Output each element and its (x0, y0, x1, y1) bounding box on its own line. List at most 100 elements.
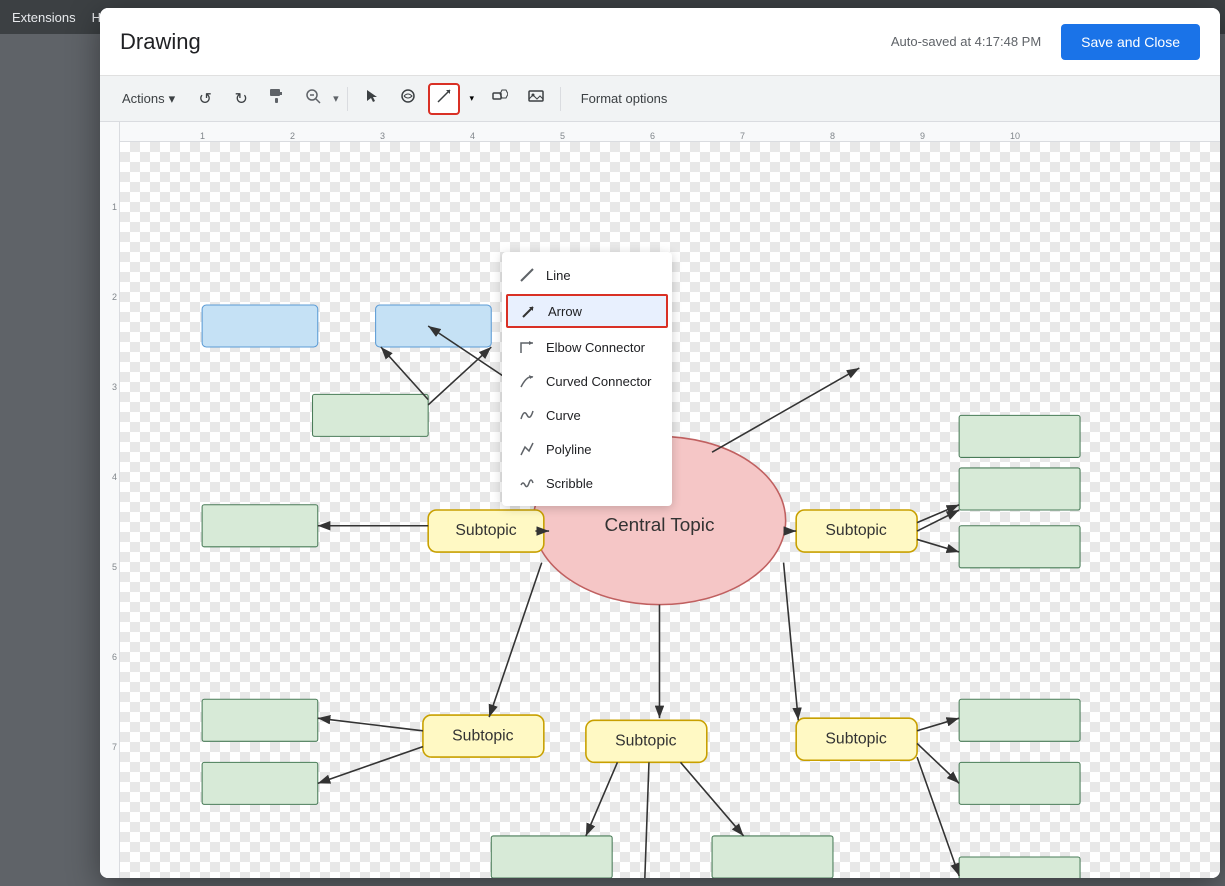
elbow-icon (518, 338, 536, 356)
undo-button[interactable]: ↺ (189, 83, 221, 115)
redo-button[interactable]: ↻ (225, 83, 257, 115)
green-right-top-3[interactable] (959, 526, 1080, 568)
curved-label: Curved Connector (546, 374, 652, 389)
curve-icon (518, 406, 536, 424)
green-right-bottom-1[interactable] (959, 699, 1080, 741)
arrow-to-green-right-bottom-1 (917, 718, 959, 731)
ruler-mark-2: 2 (290, 131, 295, 141)
dropdown-item-line[interactable]: Line (502, 258, 672, 292)
shapes-button[interactable] (484, 83, 516, 115)
arrow-label: Arrow (548, 304, 582, 319)
dropdown-item-elbow[interactable]: Elbow Connector (502, 330, 672, 364)
modal-header: Drawing Auto-saved at 4:17:48 PM Save an… (100, 8, 1220, 76)
subtopic-bottom-left-label: Subtopic (452, 727, 513, 744)
arrow-to-bottom-green-1 (586, 762, 618, 836)
green-left-bottom-2[interactable] (202, 762, 318, 804)
polyline-icon (518, 440, 536, 458)
arrow-green-to-blue-2 (428, 347, 491, 405)
ruler-mark-10: 10 (1010, 131, 1020, 141)
arrow-top-right (712, 368, 859, 452)
paint-format-button[interactable] (261, 83, 293, 115)
extensions-menu[interactable]: Extensions (12, 10, 76, 25)
green-right-top-1[interactable] (959, 415, 1080, 457)
arrow-to-green-right-bottom-3 (917, 757, 959, 876)
arrow-to-green-right-3 (917, 539, 959, 552)
ruler-mark-3: 3 (380, 131, 385, 141)
ruler-vmark-5: 5 (112, 562, 117, 572)
format-options-button[interactable]: Format options (569, 83, 680, 115)
arrow-to-green-bottom-left-2 (318, 747, 423, 784)
toolbar: Actions ▾ ↺ ↻ (100, 76, 1220, 122)
green-bottom-2[interactable] (712, 836, 833, 878)
line-tool-button[interactable] (428, 83, 460, 115)
ruler-mark-1: 1 (200, 131, 205, 141)
arrow-right-bottom (784, 563, 799, 721)
arrow-to-bottom-green-2 (681, 762, 744, 836)
ruler-mark-7: 7 (740, 131, 745, 141)
select-icon (364, 88, 380, 109)
green-right-bottom-3[interactable] (959, 857, 1080, 878)
scribble-label: Scribble (546, 476, 593, 491)
wordart-icon (400, 88, 416, 109)
image-button[interactable] (520, 83, 552, 115)
scribble-icon (518, 474, 536, 492)
image-icon (528, 88, 544, 109)
blue-rect-2[interactable] (376, 305, 492, 347)
green-left-1[interactable] (202, 505, 318, 547)
wordart-button[interactable] (392, 83, 424, 115)
actions-chevron-icon: ▾ (169, 91, 176, 107)
zoom-icon (305, 88, 321, 109)
ruler-horizontal: 1 2 3 4 5 6 7 8 9 10 (120, 122, 1220, 142)
ruler-mark-9: 9 (920, 131, 925, 141)
ruler-mark-5: 5 (560, 131, 565, 141)
blue-rect-1[interactable] (202, 305, 318, 347)
dropdown-item-scribble[interactable]: Scribble (502, 466, 672, 500)
ruler-vmark-3: 3 (112, 382, 117, 392)
line-tool-dropdown-button[interactable]: ▾ (464, 83, 480, 115)
ruler-vmark-1: 1 (112, 202, 117, 212)
line-icon (518, 266, 536, 284)
actions-button[interactable]: Actions ▾ (112, 83, 185, 115)
polyline-label: Polyline (546, 442, 592, 457)
line-tool-chevron-icon: ▾ (469, 93, 474, 104)
green-bottom-1[interactable] (491, 836, 612, 878)
arrow-bottom-left (489, 563, 542, 718)
select-button[interactable] (356, 83, 388, 115)
drawing-area[interactable]: 1 2 3 4 5 6 7 8 9 10 1 2 3 4 5 6 7 (100, 122, 1220, 878)
ruler-vertical: 1 2 3 4 5 6 7 (100, 122, 120, 878)
curve-label: Curve (546, 408, 581, 423)
green-right-top-2[interactable] (959, 468, 1080, 510)
arrow-to-green-bottom-left-1 (318, 718, 423, 731)
curved-connector-icon (518, 372, 536, 390)
ruler-mark-8: 8 (830, 131, 835, 141)
autosave-status: Auto-saved at 4:17:48 PM (891, 34, 1041, 49)
format-options-label: Format options (581, 91, 668, 106)
green-rect-top-left[interactable] (313, 394, 429, 436)
ruler-vmark-7: 7 (112, 742, 117, 752)
ruler-vmark-6: 6 (112, 652, 117, 662)
modal-title: Drawing (120, 29, 891, 55)
line-tool-icon (436, 88, 452, 109)
line-tool-dropdown-menu: Line Arrow (502, 252, 672, 506)
subtopic-left-label: Subtopic (455, 522, 516, 539)
zoom-button[interactable] (297, 83, 329, 115)
dropdown-item-arrow[interactable]: Arrow (506, 294, 668, 328)
dropdown-item-curved[interactable]: Curved Connector (502, 364, 672, 398)
toolbar-divider-2 (560, 87, 561, 111)
ruler-mark-4: 4 (470, 131, 475, 141)
subtopic-right-top-label: Subtopic (825, 522, 886, 539)
drawing-modal: Drawing Auto-saved at 4:17:48 PM Save an… (100, 8, 1220, 878)
dropdown-item-curve[interactable]: Curve (502, 398, 672, 432)
actions-label: Actions (122, 91, 165, 106)
green-right-bottom-2[interactable] (959, 762, 1080, 804)
paint-format-icon (269, 88, 285, 109)
dropdown-item-polyline[interactable]: Polyline (502, 432, 672, 466)
green-left-bottom-1[interactable] (202, 699, 318, 741)
ruler-vmark-4: 4 (112, 472, 117, 482)
arrow-to-bottom-green-3 (644, 762, 649, 878)
save-close-button[interactable]: Save and Close (1061, 24, 1200, 60)
zoom-dropdown[interactable]: ▾ (333, 92, 339, 105)
arrow-green-to-blue-1 (381, 347, 428, 400)
ruler-mark-6: 6 (650, 131, 655, 141)
arrow-icon (520, 302, 538, 320)
